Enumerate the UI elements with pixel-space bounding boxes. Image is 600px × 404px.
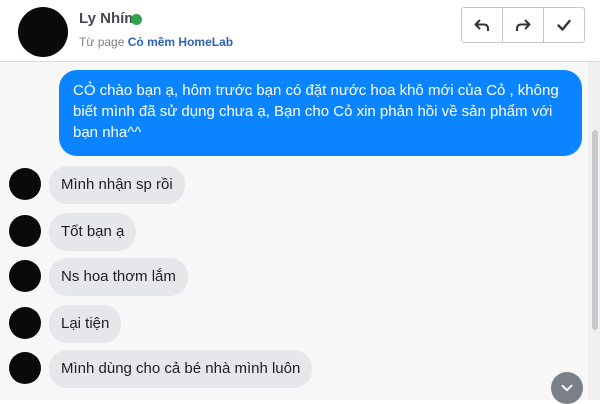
forward-button[interactable] <box>503 8 544 42</box>
incoming-message: Lại tiện <box>49 305 122 343</box>
page-link[interactable]: Cỏ mềm HomeLab <box>128 35 233 49</box>
mark-done-button[interactable] <box>544 8 584 42</box>
sender-avatar[interactable] <box>9 215 41 247</box>
message-row: Lại tiện <box>0 301 400 345</box>
sender-avatar[interactable] <box>9 260 41 292</box>
incoming-message: Mình dùng cho cả bé nhà mình luôn <box>49 350 313 388</box>
checkmark-icon <box>557 19 571 31</box>
source-line: Từ page Cỏ mềm HomeLab <box>79 35 233 49</box>
outgoing-message: CỎ chào bạn ạ, hôm trước bạn có đặt nước… <box>59 70 582 156</box>
message-row: Mình dùng cho cả bé nhà mình luôn <box>0 346 400 390</box>
incoming-message: Mình nhận sp rồi <box>49 166 185 204</box>
sender-avatar[interactable] <box>9 352 41 384</box>
scroll-to-bottom-button[interactable] <box>551 372 583 404</box>
sender-avatar[interactable] <box>9 168 41 200</box>
chevron-down-icon <box>561 384 573 392</box>
contact-name[interactable]: Ly Nhím <box>79 10 138 27</box>
online-status-indicator <box>131 14 142 25</box>
forward-icon <box>516 19 531 31</box>
source-prefix: Từ page <box>79 35 125 49</box>
conversation-header: Ly Nhím Từ page Cỏ mềm HomeLab <box>0 0 600 62</box>
sender-avatar[interactable] <box>9 307 41 339</box>
incoming-message: Ns hoa thơm lắm <box>49 258 188 296</box>
contact-avatar[interactable] <box>18 7 68 57</box>
action-button-group <box>461 7 585 43</box>
message-row: Ns hoa thơm lắm <box>0 254 400 298</box>
scrollbar-thumb[interactable] <box>592 130 598 330</box>
message-row: Tốt bạn ạ <box>0 209 400 253</box>
reply-button[interactable] <box>462 8 503 42</box>
reply-icon <box>474 19 489 31</box>
message-row: Mình nhận sp rồi <box>0 162 400 206</box>
incoming-message: Tốt bạn ạ <box>49 213 137 251</box>
